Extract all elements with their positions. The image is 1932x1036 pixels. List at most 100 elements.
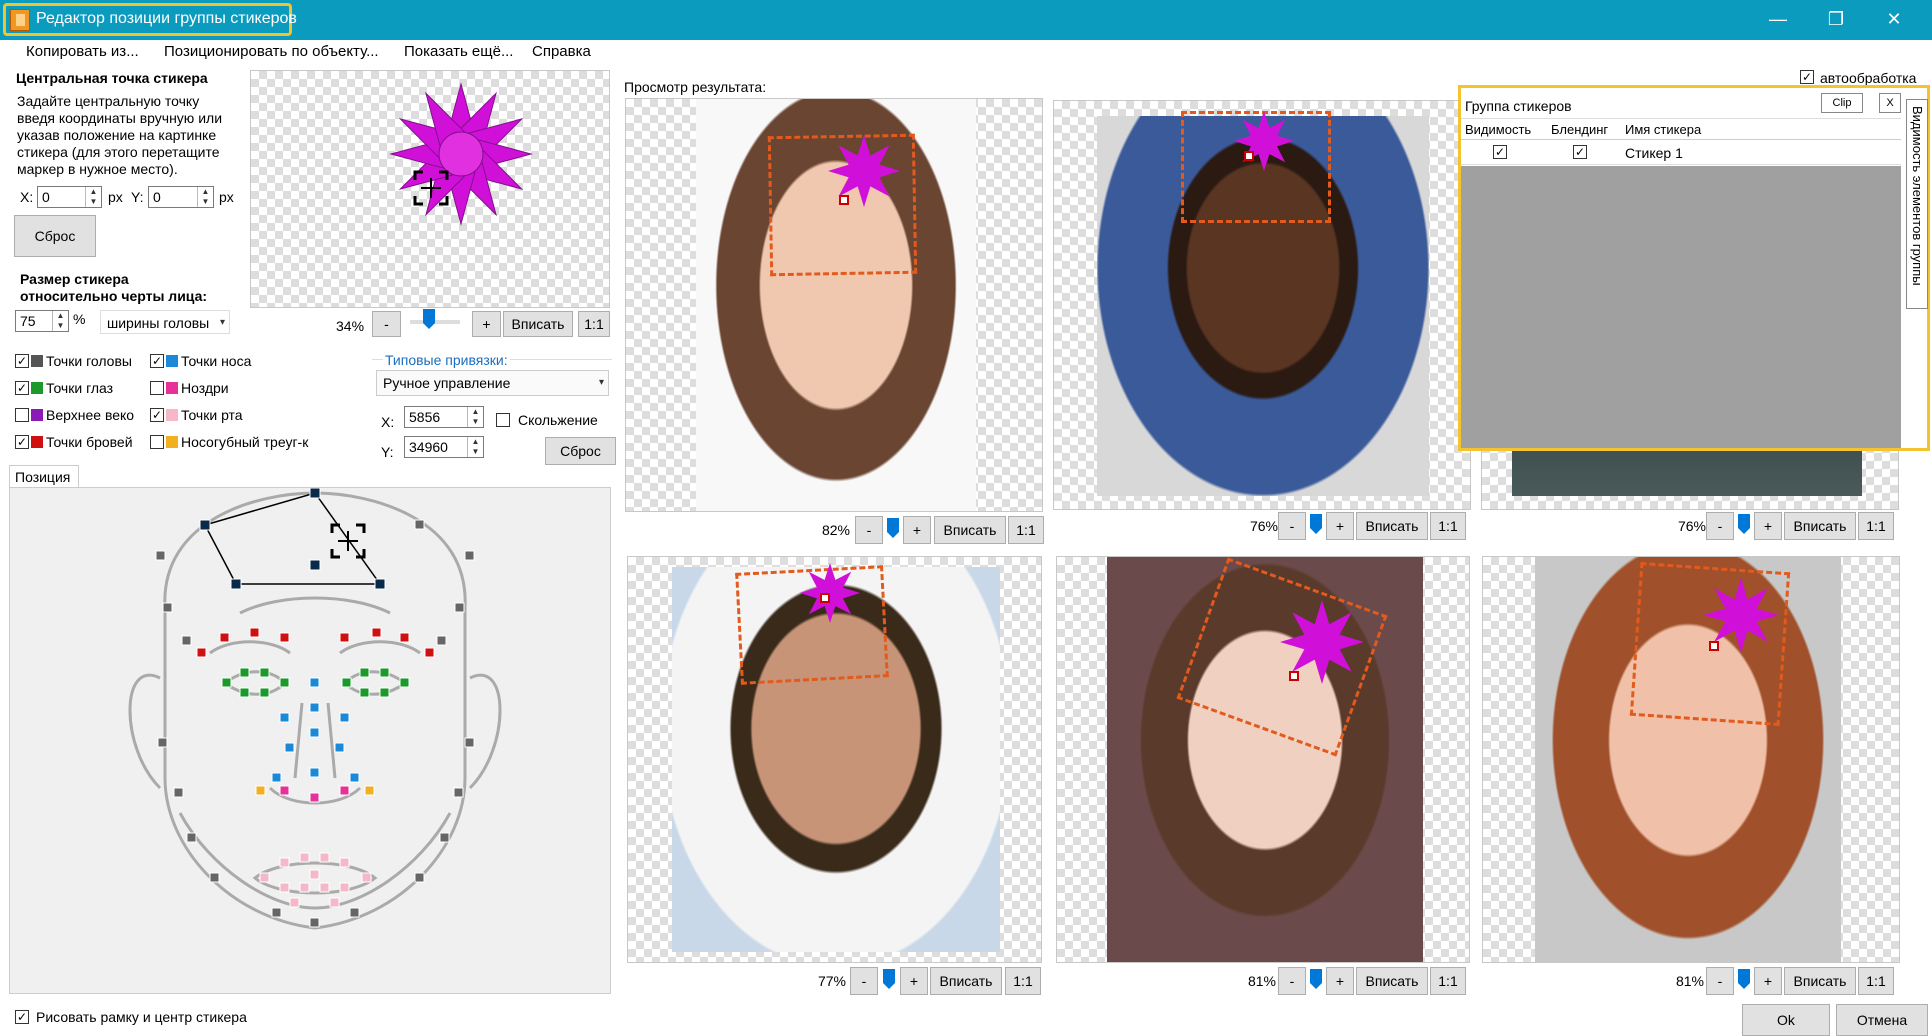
spin-up-icon[interactable]: ▲: [467, 437, 483, 447]
draw-frame-checkbox[interactable]: ✓: [15, 1010, 29, 1024]
preview-2-slider[interactable]: [1310, 514, 1322, 534]
preview-4-fit[interactable]: Вписать: [930, 967, 1002, 995]
preview-3-zoom-in[interactable]: +: [1754, 512, 1782, 540]
sticker-zoom-out-button[interactable]: -: [372, 311, 401, 337]
brow-points-swatch: [31, 436, 43, 448]
group-clip-button[interactable]: Clip: [1821, 93, 1863, 113]
face-points-map[interactable]: [9, 487, 611, 994]
maximize-button[interactable]: ❐: [1816, 6, 1856, 32]
nasolabial-checkbox[interactable]: [150, 435, 164, 449]
preview-6-fit[interactable]: Вписать: [1784, 967, 1856, 995]
dropdown-arrow-icon: ▾: [219, 317, 225, 328]
preview-5-zoom-out[interactable]: -: [1278, 967, 1306, 995]
auto-process-checkbox[interactable]: ✓: [1800, 70, 1814, 84]
preview-4-slider[interactable]: [883, 969, 895, 989]
menu-position-by-object[interactable]: Позиционировать по объекту...: [164, 43, 379, 60]
center-reset-button[interactable]: Сброс: [14, 215, 96, 257]
ok-button[interactable]: Ok: [1742, 1004, 1830, 1036]
group-close-button[interactable]: X: [1879, 93, 1901, 113]
col-sticker-name[interactable]: Имя стикера: [1625, 122, 1701, 137]
preview-2-zoom-out[interactable]: -: [1278, 512, 1306, 540]
preview-4[interactable]: [627, 556, 1042, 963]
row-blend-checkbox[interactable]: ✓: [1573, 145, 1587, 159]
preview-3-fit[interactable]: Вписать: [1784, 512, 1856, 540]
spin-up-icon[interactable]: ▲: [197, 187, 213, 197]
preview-2-zoom-in[interactable]: +: [1326, 512, 1354, 540]
sticker-zoom-thumb[interactable]: [423, 309, 435, 329]
menu-show-more[interactable]: Показать ещё...: [404, 43, 513, 60]
title-bar: Редактор позиции группы стикеров — ❐ ✕: [0, 0, 1932, 40]
spin-down-icon[interactable]: ▼: [85, 197, 101, 207]
preview-4-zoom-in[interactable]: +: [900, 967, 928, 995]
head-points-checkbox[interactable]: ✓: [15, 354, 29, 368]
preview-5-slider[interactable]: [1310, 969, 1322, 989]
menu-help[interactable]: Справка: [532, 43, 591, 60]
sticker-zoom-slider[interactable]: [410, 320, 460, 324]
size-input[interactable]: 75 ▲ ▼: [15, 310, 69, 332]
preview-1-one[interactable]: 1:1: [1008, 516, 1044, 544]
spin-up-icon[interactable]: ▲: [52, 311, 68, 321]
preview-1-slider[interactable]: [887, 518, 899, 538]
menu-copy-from[interactable]: Копировать из...: [26, 43, 139, 60]
nostrils-checkbox[interactable]: [150, 381, 164, 395]
table-row[interactable]: ✓ ✓ Стикер 1: [1461, 141, 1901, 165]
preview-1-fit[interactable]: Вписать: [934, 516, 1006, 544]
brow-points-checkbox[interactable]: ✓: [15, 435, 29, 449]
col-visibility[interactable]: Видимость: [1465, 122, 1531, 137]
cancel-button[interactable]: Отмена: [1836, 1004, 1928, 1036]
snap-x-input[interactable]: 5856 ▲ ▼: [404, 406, 484, 428]
snap-mode-select[interactable]: Ручное управление ▾: [376, 370, 609, 396]
preview-3-zoom-out[interactable]: -: [1706, 512, 1734, 540]
preview-6-slider[interactable]: [1738, 969, 1750, 989]
preview-label: Просмотр результата:: [624, 79, 767, 95]
group-visibility-side-tab[interactable]: Видимость элементов группы: [1906, 99, 1928, 309]
sticker-zoom-in-button[interactable]: +: [472, 311, 501, 337]
mouth-points-checkbox[interactable]: ✓: [150, 408, 164, 422]
sticker-fit-button[interactable]: Вписать: [503, 311, 573, 337]
preview-5-one[interactable]: 1:1: [1430, 967, 1466, 995]
snap-y-input[interactable]: 34960 ▲ ▼: [404, 436, 484, 458]
col-blending[interactable]: Блендинг: [1551, 122, 1608, 137]
preview-4-one[interactable]: 1:1: [1005, 967, 1041, 995]
center-y-input[interactable]: 0 ▲ ▼: [148, 186, 214, 208]
preview-6[interactable]: [1482, 556, 1900, 963]
preview-3-one[interactable]: 1:1: [1858, 512, 1894, 540]
head-points-swatch: [31, 355, 43, 367]
spin-up-icon[interactable]: ▲: [467, 407, 483, 417]
sticker-flower-icon: [389, 82, 533, 226]
preview-6-zoom-in[interactable]: +: [1754, 967, 1782, 995]
nose-points-checkbox[interactable]: ✓: [150, 354, 164, 368]
sliding-checkbox[interactable]: [496, 413, 510, 427]
preview-2[interactable]: [1053, 100, 1471, 510]
preview-5[interactable]: [1056, 556, 1470, 963]
spin-down-icon[interactable]: ▼: [467, 447, 483, 457]
preview-5-zoom-in[interactable]: +: [1326, 967, 1354, 995]
sticker-one-to-one-button[interactable]: 1:1: [578, 311, 610, 337]
spin-up-icon[interactable]: ▲: [85, 187, 101, 197]
preview-1-zoom-out[interactable]: -: [855, 516, 883, 544]
app-icon: [10, 9, 30, 31]
preview-6-one[interactable]: 1:1: [1858, 967, 1894, 995]
preview-1-zoom-in[interactable]: +: [903, 516, 931, 544]
preview-6-zoom-out[interactable]: -: [1706, 967, 1734, 995]
tab-position[interactable]: Позиция: [9, 465, 79, 487]
spin-down-icon[interactable]: ▼: [197, 197, 213, 207]
preview-4-zoom-out[interactable]: -: [850, 967, 878, 995]
sticker-flower-icon: [798, 561, 862, 629]
preview-2-fit[interactable]: Вписать: [1356, 512, 1428, 540]
spin-down-icon[interactable]: ▼: [467, 417, 483, 427]
center-x-input[interactable]: 0 ▲ ▼: [37, 186, 102, 208]
close-button[interactable]: ✕: [1874, 6, 1914, 32]
preview-3-slider[interactable]: [1738, 514, 1750, 534]
preview-2-one[interactable]: 1:1: [1430, 512, 1466, 540]
minimize-button[interactable]: —: [1758, 6, 1798, 32]
sticker-preview[interactable]: [250, 70, 610, 308]
spin-down-icon[interactable]: ▼: [52, 321, 68, 331]
preview-1[interactable]: [625, 98, 1043, 512]
size-relative-select[interactable]: ширины головы ▾: [100, 310, 230, 334]
preview-5-fit[interactable]: Вписать: [1356, 967, 1428, 995]
eye-points-checkbox[interactable]: ✓: [15, 381, 29, 395]
snap-reset-button[interactable]: Сброс: [545, 437, 616, 465]
upper-eyelid-checkbox[interactable]: [15, 408, 29, 422]
row-visibility-checkbox[interactable]: ✓: [1493, 145, 1507, 159]
